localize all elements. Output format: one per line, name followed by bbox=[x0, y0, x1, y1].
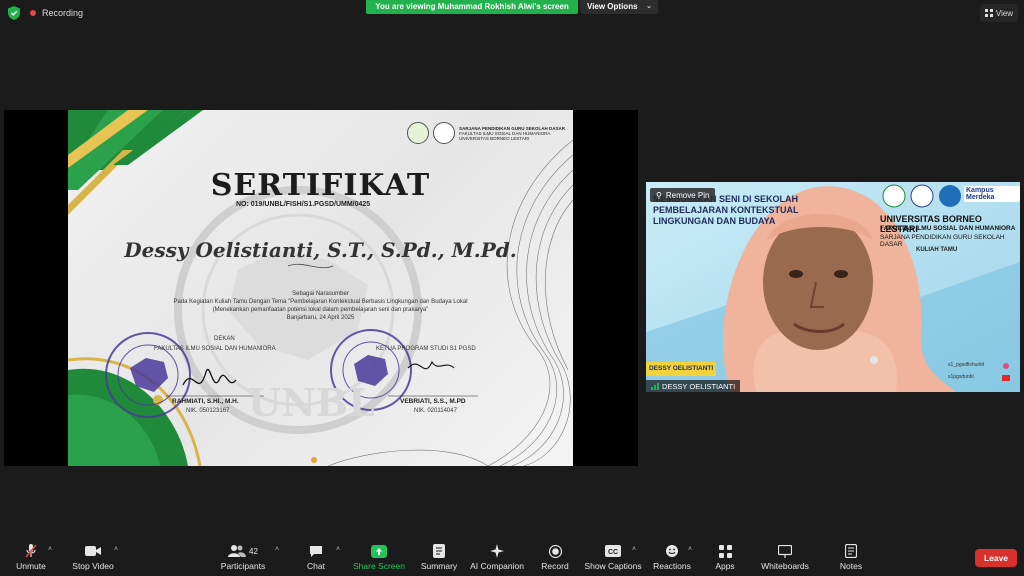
right-signatory-name: VEBRIATI, S.S., M.PD bbox=[400, 398, 466, 405]
bg-social-1: s1_pgsdfishunbl bbox=[948, 362, 985, 368]
whiteboard-icon bbox=[778, 544, 792, 558]
viewing-screen-banner: You are viewing Muhammad Rokhish Alwi's … bbox=[366, 0, 578, 14]
apps-icon bbox=[718, 544, 732, 558]
recording-indicator[interactable]: Recording bbox=[30, 5, 83, 21]
notes-label: Notes bbox=[839, 561, 863, 571]
summary-label: Summary bbox=[420, 561, 458, 571]
record-label: Record bbox=[541, 561, 569, 571]
remove-pin-button[interactable]: ⚲ Remove Pin bbox=[650, 188, 716, 202]
pin-icon: ⚲ bbox=[656, 190, 662, 200]
apps-button[interactable]: Apps bbox=[713, 544, 737, 571]
ai-companion-button[interactable]: AI Companion bbox=[470, 544, 524, 571]
certificate: UNBL SARJANA PENDIDIKAN GURU SEKOLAH DAS… bbox=[68, 110, 573, 466]
remove-pin-label: Remove Pin bbox=[665, 190, 710, 200]
top-bar: Recording You are viewing Muhammad Rokhi… bbox=[0, 0, 1024, 26]
recording-label: Recording bbox=[42, 8, 84, 18]
smiley-reaction-icon bbox=[666, 545, 678, 557]
apps-label: Apps bbox=[715, 561, 735, 571]
notes-icon bbox=[845, 544, 857, 558]
captions-caret-icon[interactable]: ˄ bbox=[632, 546, 636, 553]
view-label: View bbox=[995, 8, 1014, 18]
participant-name: DESSY OELISTIANTI bbox=[662, 381, 736, 391]
left-signatory-title-1: DEKAN bbox=[214, 336, 235, 342]
event-line-1: Pada Kegiatan Kuliah Tamu Dengan Tema "P… bbox=[173, 299, 468, 305]
view-options-button[interactable]: View Options ⌄ bbox=[580, 0, 658, 14]
whiteboards-button[interactable]: Whiteboards bbox=[760, 544, 810, 571]
signal-bars-icon bbox=[651, 382, 659, 390]
slide-line-3: LINGKUNGAN DAN BUDAYA bbox=[653, 216, 776, 226]
chat-label: Chat bbox=[307, 561, 325, 571]
bg-program-name: SARJANA PENDIDIKAN GURU SEKOLAH DASAR bbox=[880, 234, 1005, 248]
notes-button[interactable]: Notes bbox=[838, 544, 864, 571]
share-screen-label: Share Screen bbox=[353, 561, 405, 571]
participants-caret-icon[interactable]: ˄ bbox=[275, 546, 279, 553]
video-options-caret-icon[interactable]: ˄ bbox=[114, 546, 118, 553]
bg-social-2: s1pgsdunbl bbox=[948, 374, 974, 380]
reactions-label: Reactions bbox=[653, 561, 691, 571]
header-org-line: UNIVERSITAS BORNEO LESTARI bbox=[459, 135, 530, 141]
summary-button[interactable]: Summary bbox=[420, 544, 458, 571]
whiteboards-label: Whiteboards bbox=[761, 561, 809, 571]
header-org-line: FAKULTAS ILMU SOSIAL DAN HUMANIORA bbox=[459, 130, 551, 136]
zoom-meeting-window: Recording You are viewing Muhammad Rokhi… bbox=[0, 0, 1024, 576]
watermark-text: UNBL bbox=[248, 380, 375, 425]
header-org-text: SARJANA PENDIDIKAN GURU SEKOLAH DASAR FA… bbox=[459, 126, 565, 141]
security-shield-icon[interactable] bbox=[8, 6, 20, 20]
muted-microphone-icon bbox=[25, 544, 37, 558]
role-text: Sebagai Narasumber bbox=[292, 291, 349, 297]
event-line-2: (Menekankan pemanfaatan potensi lokal da… bbox=[212, 307, 429, 313]
certificate-header-logos: SARJANA PENDIDIKAN GURU SEKOLAH DASAR FA… bbox=[407, 122, 565, 144]
summary-icon bbox=[433, 544, 445, 558]
participants-button[interactable]: 42 Participants bbox=[220, 544, 266, 571]
university-logo-icon bbox=[433, 122, 456, 144]
reactions-button[interactable]: Reactions bbox=[653, 544, 691, 571]
leave-button[interactable]: Leave bbox=[975, 549, 1017, 567]
certificate-title: SERTIFIKAT bbox=[210, 168, 431, 203]
header-org-line: SARJANA PENDIDIKAN GURU SEKOLAH DASAR bbox=[459, 125, 565, 131]
bg-faculty-name: FAKULTAS ILMU SOSIAL DAN HUMANIORA bbox=[880, 225, 1016, 232]
left-signatory-nik: NIK. 050123167 bbox=[186, 408, 230, 414]
show-captions-label: Show Captions bbox=[584, 561, 642, 571]
grid-view-icon bbox=[984, 9, 993, 17]
place-date: Banjarbaru, 24 April 2025 bbox=[286, 315, 355, 321]
video-camera-icon bbox=[85, 546, 101, 556]
chat-button[interactable]: Chat bbox=[304, 544, 328, 571]
left-signatory-name: RAHMIATI, S.HI., M.H. bbox=[172, 398, 239, 405]
chevron-down-icon: ⌄ bbox=[646, 3, 652, 10]
stop-video-label: Stop Video bbox=[72, 561, 114, 571]
svg-text:CC: CC bbox=[608, 549, 618, 556]
unmute-button[interactable]: Unmute bbox=[14, 544, 48, 571]
slide-line-2: PEMBELAJARAN KONTEKSTUAL bbox=[653, 205, 799, 215]
participants-icon bbox=[228, 545, 247, 557]
participants-label: Participants bbox=[220, 561, 266, 571]
unmute-label: Unmute bbox=[16, 561, 46, 571]
ai-sparkle-icon bbox=[490, 544, 504, 558]
right-signatory-title: KETUA PROGRAM STUDI S1 PGSD bbox=[376, 346, 476, 352]
view-options-label: View Options bbox=[587, 2, 638, 11]
audio-options-caret-icon[interactable]: ˄ bbox=[48, 546, 52, 553]
participant-video-tile[interactable]: MEMBUMIKAN SENI DI SEKOLAH PEMBELAJARAN … bbox=[646, 182, 1020, 392]
share-screen-button[interactable]: Share Screen bbox=[353, 544, 405, 571]
record-icon bbox=[548, 544, 562, 558]
recording-dot-icon bbox=[30, 10, 36, 16]
participant-name-label: DESSY OELISTIANTI bbox=[646, 380, 741, 392]
chat-bubble-icon bbox=[310, 545, 322, 557]
recipient-name: Dessy Oelistianti, S.T., S.Pd., M.Pd. bbox=[124, 238, 517, 262]
chat-caret-icon[interactable]: ˄ bbox=[336, 546, 340, 553]
tut-wuri-logo-icon bbox=[407, 122, 430, 144]
reactions-caret-icon[interactable]: ˄ bbox=[688, 546, 692, 553]
certificate-number: NO: 019/UNBL/FISH/S1.PGSD/UMM/0425 bbox=[236, 201, 371, 208]
ai-companion-label: AI Companion bbox=[470, 561, 524, 571]
stop-video-button[interactable]: Stop Video bbox=[72, 544, 114, 571]
record-button[interactable]: Record bbox=[540, 544, 570, 571]
participants-count: 42 bbox=[249, 546, 258, 556]
bg-name-banner: DESSY OELISTIANTI bbox=[649, 365, 714, 372]
share-screen-icon bbox=[371, 544, 387, 558]
bg-event-label: KULIAH TAMU bbox=[916, 247, 958, 253]
right-signatory-nik: NIK. 020114047 bbox=[414, 408, 457, 414]
kampus-merdeka-logo: Kampus Merdeka bbox=[964, 186, 1020, 202]
captions-cc-icon: CC bbox=[605, 545, 621, 557]
left-signatory-title-2: FAKULTAS ILMU SOSIAL DAN HUMANIORA bbox=[154, 346, 276, 352]
view-button[interactable]: View bbox=[980, 4, 1018, 22]
